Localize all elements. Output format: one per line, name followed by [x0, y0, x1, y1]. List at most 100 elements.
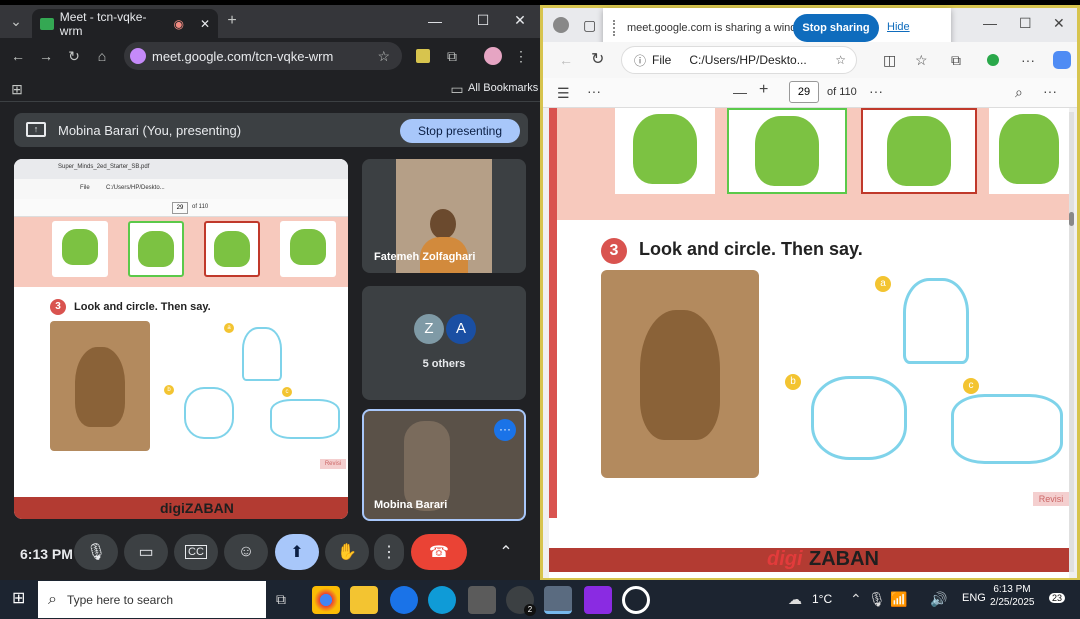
camera-button[interactable]: ▭	[124, 534, 168, 570]
app-taskbar-icon[interactable]	[622, 586, 650, 614]
dragon-image	[280, 221, 336, 277]
task-view-icon[interactable]: ⧉	[276, 592, 286, 606]
stop-presenting-button[interactable]: Stop presenting	[400, 119, 520, 143]
vertical-scrollbar[interactable]	[1069, 112, 1074, 572]
overflow-icon[interactable]: ···	[1043, 84, 1057, 98]
profile-icon[interactable]	[553, 17, 569, 33]
mini-toolbar: File C:/Users/HP/Deskto...	[14, 179, 348, 199]
tab-meet[interactable]: Meet - tcn-vqke-wrm ◉ ✕	[32, 9, 218, 38]
omnibox[interactable]: meet.google.com/tcn-vqke-wrm ☆	[124, 42, 402, 70]
split-screen-icon[interactable]: ◫	[883, 53, 896, 67]
pdf-options-icon[interactable]: ···	[869, 84, 883, 98]
hide-link[interactable]: Hide	[887, 21, 910, 33]
mic-button[interactable]: 🎙	[74, 534, 118, 570]
mini-option-b: b	[164, 385, 174, 395]
avatar: Z	[414, 314, 444, 344]
site-info-icon[interactable]	[130, 48, 146, 64]
apps-grid-icon[interactable]: ⊞	[10, 82, 24, 96]
notifications-icon[interactable]: 23	[1046, 588, 1068, 610]
reload-icon[interactable]: ↻	[591, 52, 604, 68]
file-explorer-icon[interactable]	[350, 586, 378, 614]
collections-icon[interactable]: ⧉	[951, 53, 961, 67]
home-icon[interactable]: ⌂	[94, 49, 110, 63]
favorite-star-icon[interactable]: ☆	[835, 53, 846, 67]
info-icon[interactable]: ⓘ	[634, 52, 646, 69]
raise-hand-button[interactable]: ✋	[325, 534, 369, 570]
extension-icon[interactable]	[416, 49, 430, 63]
leave-call-button[interactable]: ☎	[411, 534, 467, 570]
winrar-taskbar-icon[interactable]	[584, 586, 612, 614]
extension-icon[interactable]	[987, 54, 999, 66]
bookmark-star-icon[interactable]: ☆	[377, 49, 390, 63]
stop-sharing-button[interactable]: Stop sharing	[793, 14, 879, 42]
chrome-menu-icon[interactable]: ⋮	[514, 49, 528, 63]
participant-tile[interactable]: Fatemeh Zolfaghari	[362, 159, 526, 273]
back-icon[interactable]: ←	[559, 53, 573, 67]
tab-actions-icon[interactable]: ▢	[583, 18, 596, 32]
profile-avatar[interactable]	[484, 47, 502, 65]
expand-button[interactable]: ⌃	[486, 534, 526, 570]
all-bookmarks-link[interactable]: All Bookmarks	[468, 82, 538, 94]
extensions-puzzle-icon[interactable]: ⧉	[444, 49, 460, 63]
others-tile[interactable]: Z A 5 others	[362, 286, 526, 400]
search-icon[interactable]: ⌕	[1015, 85, 1023, 99]
camera-icon: ▭	[138, 544, 154, 561]
minimize-icon[interactable]: —	[420, 13, 450, 29]
mini-option-c: c	[282, 387, 292, 397]
pdf-viewport: 3 Look and circle. Then say. a b c Revis…	[543, 108, 1077, 578]
volume-icon[interactable]: 🔊	[930, 592, 947, 606]
present-button[interactable]: ⬆	[275, 534, 319, 570]
back-icon[interactable]: ←	[10, 49, 26, 63]
more-icon[interactable]: ···	[1021, 53, 1035, 67]
drag-handle-icon[interactable]	[613, 20, 617, 36]
mini-tab-title: Super_Minds_2ed_Starter_SB.pdf	[58, 164, 150, 170]
mic-icon: 🎙	[85, 544, 107, 561]
exercise-number: 3	[601, 238, 627, 264]
clock[interactable]: 6:13 PM 2/25/2025	[990, 584, 1035, 608]
minimize-icon[interactable]: —	[983, 16, 997, 30]
maximize-icon[interactable]: ☐	[1019, 16, 1032, 30]
maximize-icon[interactable]: ☐	[468, 12, 498, 29]
zoom-in-icon[interactable]: +	[759, 82, 768, 98]
contents-icon[interactable]: ☰	[557, 86, 570, 100]
favorites-icon[interactable]: ☆	[915, 53, 928, 67]
app-taskbar-icon[interactable]	[390, 586, 418, 614]
taskbar-search-box[interactable]: ⌕ Type here to search	[38, 581, 266, 618]
temperature[interactable]: 1°C	[812, 592, 832, 606]
wifi-icon[interactable]: 📶	[890, 592, 907, 606]
app-taskbar-icon[interactable]	[468, 586, 496, 614]
forward-icon[interactable]: →	[38, 49, 54, 63]
input-language[interactable]: ENG	[962, 592, 986, 604]
reload-icon[interactable]: ↻	[66, 49, 82, 63]
clock-time: 6:13 PM	[993, 584, 1031, 595]
pdf-more-icon[interactable]: ···	[587, 84, 601, 98]
chrome-active-taskbar-icon[interactable]	[544, 586, 572, 614]
zoom-out-icon[interactable]: —	[733, 85, 747, 99]
bookmarks-bar: ⊞ ▭ All Bookmarks	[0, 76, 540, 102]
captions-button[interactable]: CC	[174, 534, 218, 570]
tab-search-icon[interactable]: ⌄	[8, 14, 24, 28]
dragon-strip	[557, 108, 1069, 220]
windows-start-icon[interactable]: ⊞	[12, 590, 30, 608]
tray-chevron-icon[interactable]: ⌃	[850, 592, 862, 606]
copilot-icon[interactable]	[1053, 51, 1071, 69]
chrome-taskbar-icon[interactable]	[312, 586, 340, 614]
tab-close-icon[interactable]: ✕	[200, 17, 210, 31]
edge-taskbar-icon[interactable]	[428, 586, 456, 614]
close-window-icon[interactable]: ✕	[1053, 16, 1065, 30]
page-number-input[interactable]: 29	[789, 81, 819, 103]
self-tile[interactable]: ··· Mobina Barari	[362, 409, 526, 521]
chrome-profile-taskbar-icon[interactable]: 2	[506, 586, 536, 616]
more-options-icon[interactable]: ···	[494, 419, 516, 441]
address-bar[interactable]: ⓘ File C:/Users/HP/Deskto... ☆	[621, 46, 857, 74]
others-count: 5 others	[422, 358, 466, 370]
more-button[interactable]: ⋮	[374, 534, 404, 570]
monkey-photo	[50, 321, 150, 451]
mini-tab-strip: Super_Minds_2ed_Starter_SB.pdf	[14, 159, 348, 179]
new-tab-icon[interactable]: +	[224, 13, 240, 29]
mini-footer-tag: Revisi	[320, 459, 346, 469]
close-window-icon[interactable]: ✕	[505, 12, 535, 29]
search-placeholder: Type here to search	[66, 592, 174, 607]
emoji-button[interactable]: ☺	[224, 534, 268, 570]
mini-file-label: File	[80, 185, 90, 191]
